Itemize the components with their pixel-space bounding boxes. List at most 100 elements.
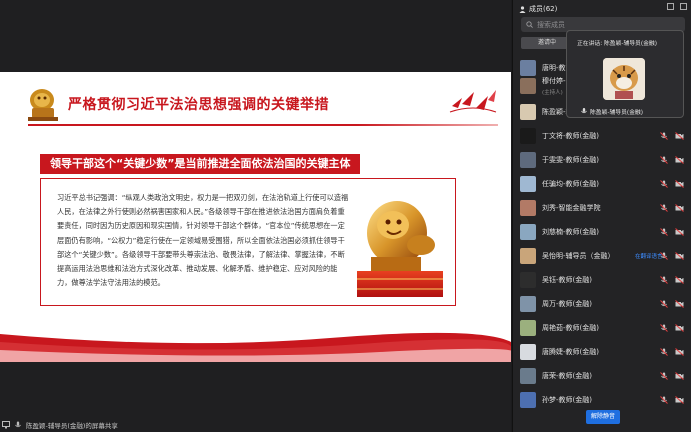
member-media-icons xyxy=(660,156,684,164)
mic-muted-icon[interactable] xyxy=(660,300,668,308)
member-avatar xyxy=(520,176,536,192)
active-speaker-avatar xyxy=(603,58,645,100)
camera-off-icon[interactable] xyxy=(675,252,684,260)
app-window: 严格贯彻习近平法治思想强调的关键举措 领导干部这个“关键少数”是当前推进全面依法… xyxy=(0,0,691,432)
mic-muted-icon[interactable] xyxy=(660,180,668,188)
camera-off-icon[interactable] xyxy=(675,396,684,404)
people-icon xyxy=(519,5,526,13)
microphone-icon xyxy=(581,108,587,114)
member-avatar xyxy=(520,320,536,336)
mic-muted-icon[interactable] xyxy=(660,228,668,236)
microphone-icon xyxy=(15,421,21,428)
member-media-icons xyxy=(660,396,684,404)
member-name: 周艳茹-教师(金融) xyxy=(542,324,599,332)
member-media-icons xyxy=(660,348,684,356)
member-name: 丁文将-教师(金融) xyxy=(542,132,599,140)
member-media-icons xyxy=(660,132,684,140)
camera-off-icon[interactable] xyxy=(675,204,684,212)
presentation-slide: 严格贯彻习近平法治思想强调的关键举措 领导干部这个“关键少数”是当前推进全面依法… xyxy=(0,72,511,362)
tiger-avatar-icon xyxy=(603,58,645,100)
mic-muted-icon[interactable] xyxy=(660,324,668,332)
member-avatar xyxy=(520,104,536,120)
member-avatar xyxy=(520,152,536,168)
member-row[interactable]: 唐荣-教师(金融) xyxy=(513,366,691,386)
member-avatar xyxy=(520,296,536,312)
active-speaker-popup: 正在讲话: 陈盈颖-辅导员(金融) 陈盈颖-辅导员(金融) xyxy=(566,30,684,118)
screen-share-stage: 严格贯彻习近平法治思想强调的关键举措 领导干部这个“关键少数”是当前推进全面依法… xyxy=(0,0,511,432)
member-media-icons xyxy=(660,276,684,284)
mic-muted-icon[interactable] xyxy=(660,132,668,140)
member-name: 刘慈楠-教师(金融) xyxy=(542,228,599,236)
member-media-icons xyxy=(660,204,684,212)
member-row[interactable]: 丁文将-教师(金融) xyxy=(513,126,691,146)
active-speaker-name: 陈盈颖-辅导员(金融) xyxy=(590,110,643,116)
monitor-icon xyxy=(2,421,10,429)
camera-off-icon[interactable] xyxy=(675,300,684,308)
close-icon[interactable] xyxy=(680,3,687,10)
member-name: 唐荣-教师(金融) xyxy=(542,372,592,380)
mic-muted-icon[interactable] xyxy=(660,156,668,164)
member-name: 任骗均-教师(金融) xyxy=(542,180,599,188)
active-speaker-label: 正在讲话: 陈盈颖-辅导员(金融) xyxy=(577,41,657,47)
member-media-icons xyxy=(660,252,684,260)
member-avatar xyxy=(520,392,536,408)
member-row[interactable]: 刘秀-智能金融学院 xyxy=(513,198,691,218)
member-media-icons xyxy=(660,300,684,308)
mic-muted-icon[interactable] xyxy=(660,204,668,212)
mic-muted-icon[interactable] xyxy=(660,372,668,380)
screen-share-status: 陈盈颖-辅导员(金融)的屏幕共享 xyxy=(2,418,118,432)
panel-window-controls xyxy=(667,3,687,10)
member-media-icons xyxy=(660,180,684,188)
member-name: 吴怡明-辅导员（金融） xyxy=(542,252,615,260)
member-name: 吴钰-教师(金融) xyxy=(542,276,592,284)
unmute-all-button[interactable]: 解除静音 xyxy=(586,410,620,424)
camera-off-icon[interactable] xyxy=(675,156,684,164)
member-media-icons xyxy=(660,228,684,236)
member-row[interactable]: 于雯雯-教师(金融) xyxy=(513,150,691,170)
member-name: 周万-教师(金融) xyxy=(542,300,592,308)
slide-subtitle-banner: 领导干部这个“关键少数”是当前推进全面依法治国的关键主体 xyxy=(40,154,361,174)
slide-title: 严格贯彻习近平法治思想强调的关键举措 xyxy=(68,97,329,113)
mic-muted-icon[interactable] xyxy=(660,348,668,356)
members-panel-title: 成员(62) xyxy=(519,4,557,14)
member-search-input[interactable] xyxy=(537,20,667,29)
camera-off-icon[interactable] xyxy=(675,372,684,380)
member-media-icons xyxy=(660,372,684,380)
member-avatar xyxy=(520,128,536,144)
quote-text: 习近平总书记强调：“纵观人类政治文明史，权力是一把双刃剑，在法治轨道上行使可以造… xyxy=(57,193,349,288)
member-avatar xyxy=(520,60,536,76)
camera-off-icon[interactable] xyxy=(675,228,684,236)
member-row[interactable]: 周万-教师(金融) xyxy=(513,294,691,314)
member-row[interactable]: 唐腾婕-教师(金融) xyxy=(513,342,691,362)
camera-off-icon[interactable] xyxy=(675,132,684,140)
member-avatar xyxy=(520,248,536,264)
camera-off-icon[interactable] xyxy=(675,276,684,284)
mic-muted-icon[interactable] xyxy=(660,396,668,404)
member-row[interactable]: 任骗均-教师(金融) xyxy=(513,174,691,194)
member-status-tag: 在翻译语言 xyxy=(635,254,663,260)
golden-lion-image xyxy=(357,201,443,297)
slide-header: 严格贯彻习近平法治思想强调的关键举措 xyxy=(0,72,511,128)
camera-off-icon[interactable] xyxy=(675,324,684,332)
popout-icon[interactable] xyxy=(667,3,674,10)
member-avatar xyxy=(520,200,536,216)
camera-off-icon[interactable] xyxy=(675,348,684,356)
active-speaker-name-row: 陈盈颖-辅导员(金融) xyxy=(581,107,643,116)
member-row[interactable]: 吴怡明-辅导员（金融） 在翻译语言 xyxy=(513,246,691,266)
member-row[interactable]: 孙梦-教师(金融) xyxy=(513,390,691,410)
member-row[interactable]: 刘慈楠-教师(金融) xyxy=(513,222,691,242)
header-divider xyxy=(28,124,498,126)
member-row[interactable]: 吴钰-教师(金融) xyxy=(513,270,691,290)
quote-box: 习近平总书记强调：“纵观人类政治文明史，权力是一把双刃剑，在法治轨道上行使可以造… xyxy=(40,178,456,306)
member-avatar xyxy=(520,272,536,288)
mic-muted-icon[interactable] xyxy=(660,252,668,260)
member-row[interactable]: 周艳茹-教师(金融) xyxy=(513,318,691,338)
member-name: 唐腾婕-教师(金融) xyxy=(542,348,599,356)
member-media-icons xyxy=(660,324,684,332)
member-name: 于雯雯-教师(金融) xyxy=(542,156,599,164)
lion-statue-icon xyxy=(24,84,62,122)
member-name: 孙梦-教师(金融) xyxy=(542,396,592,404)
search-icon xyxy=(526,21,533,28)
mic-muted-icon[interactable] xyxy=(660,276,668,284)
camera-off-icon[interactable] xyxy=(675,180,684,188)
